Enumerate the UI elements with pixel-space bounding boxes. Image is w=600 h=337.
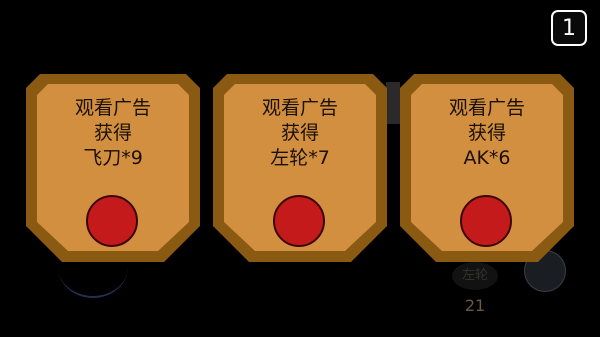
counter-box[interactable]: 1 — [551, 10, 587, 46]
background-pillar — [386, 82, 400, 124]
card-reward: AK*6 — [463, 147, 511, 169]
background-weapon-badge: 左轮 — [452, 262, 498, 290]
reward-card-knife: 观看广告 获得 飞刀*9 — [26, 74, 200, 262]
card-subtitle: 获得 — [93, 122, 132, 144]
background-ammo-count: 21 — [464, 296, 486, 315]
card-text: 观看广告 获得 AK*6 — [400, 96, 574, 171]
watch-ad-button[interactable] — [86, 195, 138, 247]
card-text: 观看广告 获得 飞刀*9 — [26, 96, 200, 171]
card-subtitle: 获得 — [280, 122, 319, 144]
watch-ad-button[interactable] — [460, 195, 512, 247]
card-title: 观看广告 — [261, 97, 338, 119]
card-subtitle: 获得 — [467, 122, 506, 144]
card-text: 观看广告 获得 左轮*7 — [213, 96, 387, 171]
card-title: 观看广告 — [448, 97, 525, 119]
card-title: 观看广告 — [74, 97, 151, 119]
card-reward: 飞刀*9 — [83, 147, 143, 169]
card-reward: 左轮*7 — [270, 147, 330, 169]
watch-ad-button[interactable] — [273, 195, 325, 247]
reward-card-ak: 观看广告 获得 AK*6 — [400, 74, 574, 262]
reward-card-revolver: 观看广告 获得 左轮*7 — [213, 74, 387, 262]
